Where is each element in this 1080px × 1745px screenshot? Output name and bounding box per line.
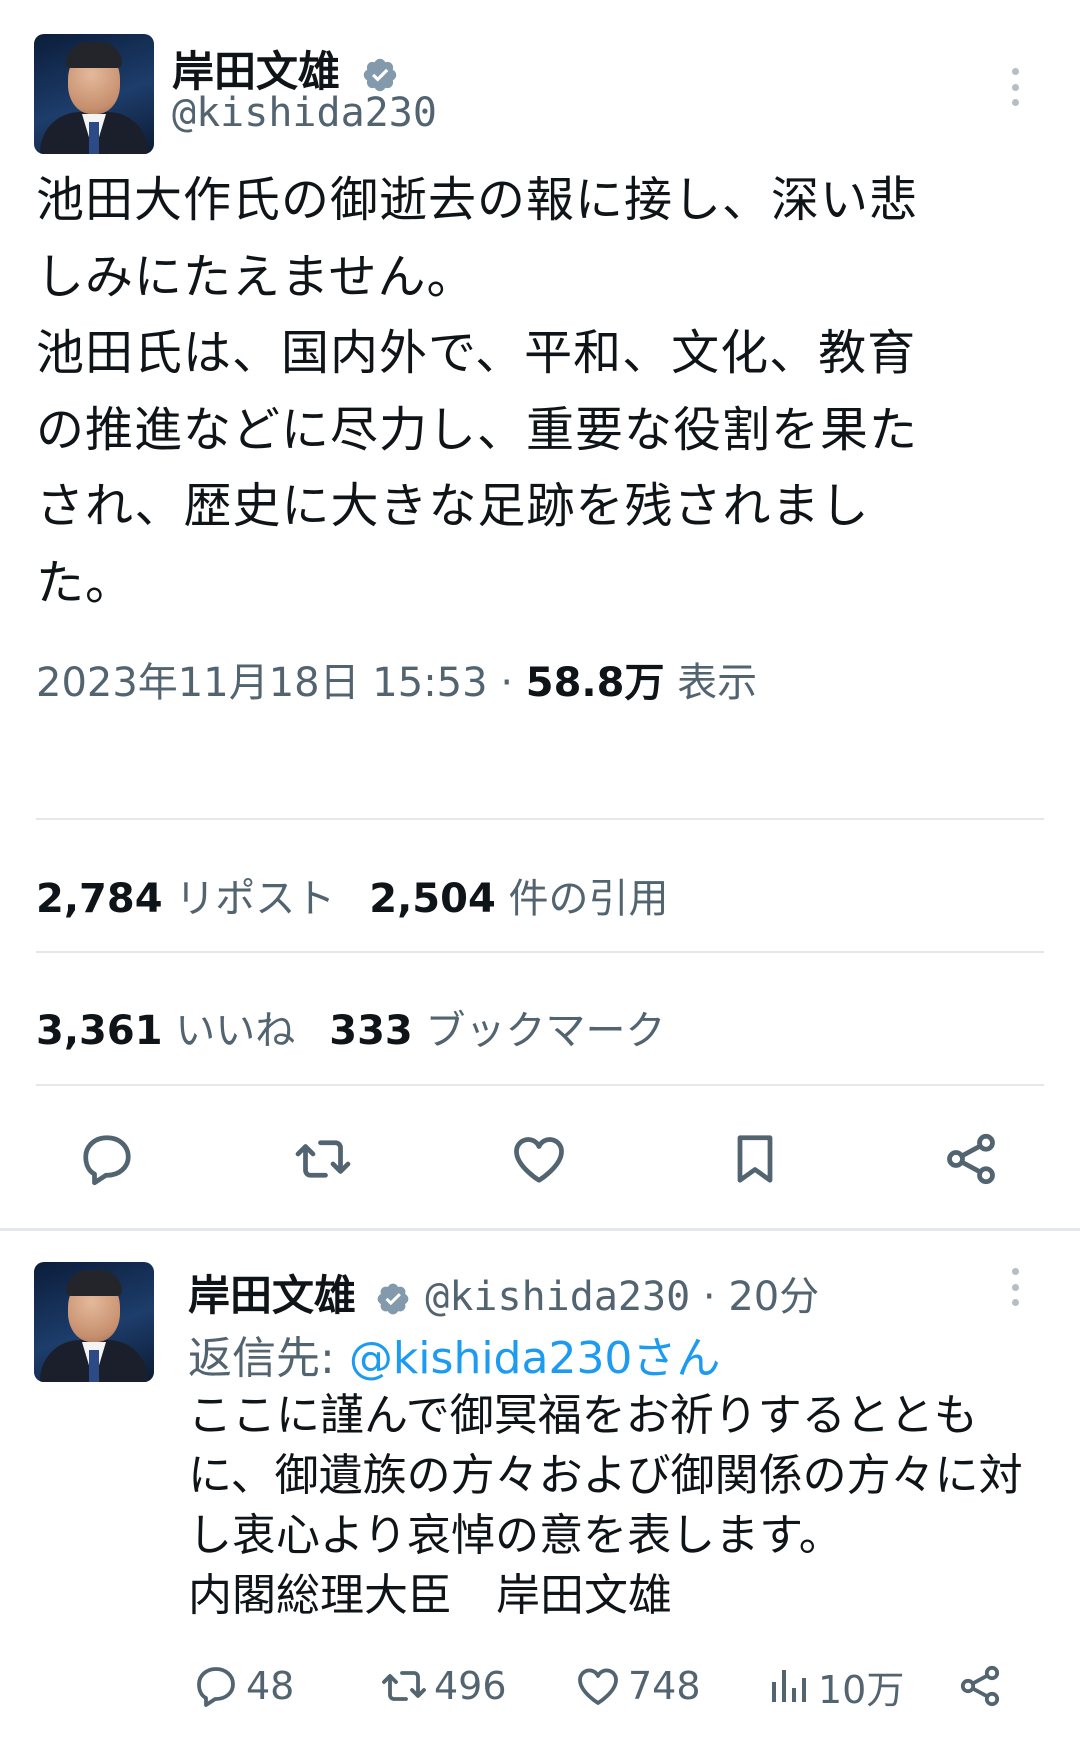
bookmarks-label: ブックマーク	[425, 1008, 666, 1054]
views-icon	[772, 1670, 806, 1702]
stats-row-likes: 3,361 いいね 333 ブックマーク	[36, 998, 665, 1056]
reply-author-name[interactable]: 岸田文雄	[188, 1271, 356, 1320]
like-icon	[578, 1668, 618, 1705]
quotes-stat[interactable]: 2,504 件の引用	[369, 876, 668, 922]
reply-more-options-icon[interactable]	[1000, 1262, 1030, 1312]
share-icon	[947, 1133, 995, 1185]
like-button[interactable]	[504, 1124, 574, 1194]
tweet-body: 池田大作氏の御逝去の報に接し、深い悲 しみにたえません。 池田氏は、国内外で、平…	[36, 172, 919, 611]
reply-likes-count: 748	[628, 1664, 701, 1708]
reply-time[interactable]: · 20分	[703, 1274, 819, 1320]
reply-author-avatar[interactable]	[34, 1262, 154, 1382]
reply-author-handle[interactable]: @kishida230	[425, 1274, 690, 1320]
reply-replies-count: 48	[246, 1664, 295, 1708]
views-label: 表示	[677, 660, 758, 706]
reply-author-header: 岸田文雄 @kishida230 · 20分	[188, 1262, 819, 1323]
divider	[36, 951, 1044, 953]
reply-to-line: 返信先: @kishida230さん	[188, 1322, 720, 1386]
reply-button[interactable]	[72, 1124, 142, 1194]
repost-button[interactable]	[288, 1124, 358, 1194]
like-icon	[514, 1137, 564, 1183]
more-options-icon[interactable]	[1000, 62, 1030, 112]
bookmarks-stat[interactable]: 333 ブックマーク	[329, 1008, 665, 1054]
reposts-label: リポスト	[175, 876, 336, 922]
reply-views-count: 10万	[818, 1667, 905, 1712]
reply-like-button[interactable]: 748	[574, 1658, 701, 1714]
likes-count: 3,361	[36, 1008, 163, 1054]
author-handle[interactable]: @kishida230	[172, 90, 437, 136]
reply-to-prefix: 返信先:	[188, 1333, 349, 1384]
share-icon	[960, 1665, 1000, 1707]
tweet-meta: 2023年11月18日 15:53 · 58.8万 表示	[36, 650, 757, 708]
tweet-timestamp[interactable]: 2023年11月18日 15:53	[36, 660, 488, 706]
meta-separator: ·	[500, 660, 514, 706]
reply-reposts-count: 496	[434, 1664, 507, 1708]
reply-reply-button[interactable]: 48	[192, 1658, 294, 1714]
reply-views-button[interactable]: 10万	[764, 1658, 904, 1714]
quotes-label: 件の引用	[508, 876, 669, 922]
verified-badge-icon	[377, 1283, 409, 1314]
repost-icon	[295, 1140, 351, 1178]
reply-to-link[interactable]: @kishida230さん	[349, 1333, 721, 1384]
bookmark-button[interactable]	[720, 1124, 790, 1194]
reposts-count: 2,784	[36, 876, 163, 922]
quotes-count: 2,504	[369, 876, 496, 922]
bookmark-icon	[737, 1135, 773, 1183]
likes-stat[interactable]: 3,361 いいね	[36, 1008, 295, 1054]
share-button[interactable]	[936, 1124, 1006, 1194]
divider	[36, 1084, 1044, 1086]
author-avatar[interactable]	[34, 34, 154, 154]
reply-icon	[83, 1135, 131, 1186]
likes-label: いいね	[175, 1008, 296, 1054]
verified-badge-icon	[363, 58, 396, 91]
stats-row-reposts: 2,784 リポスト 2,504 件の引用	[36, 866, 669, 924]
divider	[36, 818, 1044, 820]
views-count: 58.8万	[525, 660, 665, 706]
repost-icon	[382, 1671, 426, 1701]
reply-share-button[interactable]	[956, 1658, 1010, 1714]
bookmarks-count: 333	[329, 1008, 413, 1054]
author-name-text: 岸田文雄	[172, 47, 341, 96]
reply-repost-button[interactable]: 496	[380, 1658, 507, 1714]
reposts-stat[interactable]: 2,784 リポスト	[36, 876, 335, 922]
section-divider	[0, 1228, 1080, 1231]
reply-icon	[197, 1667, 235, 1707]
reply-body: ここに謹んで御冥福をお祈りするととも に、御遺族の方々および御関係の方々に対 し…	[188, 1390, 1023, 1621]
